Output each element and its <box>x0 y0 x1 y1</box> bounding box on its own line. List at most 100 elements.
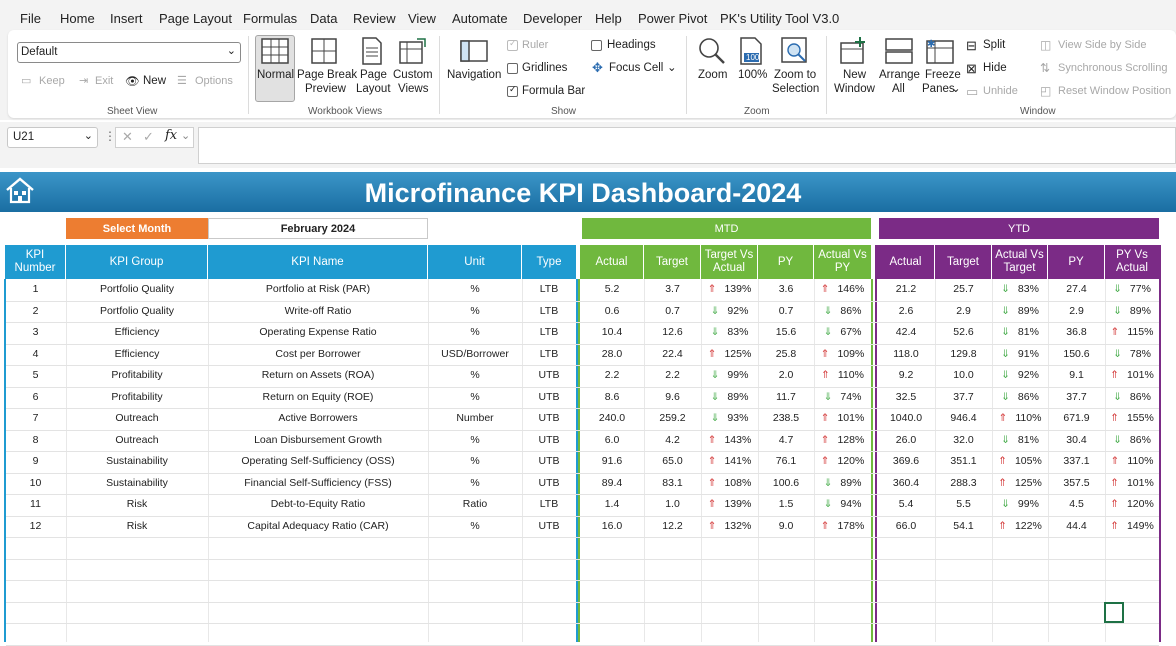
name-box[interactable]: U21 ⌄ <box>7 127 98 148</box>
cell-y-tgt[interactable]: 25.7 <box>935 279 992 300</box>
cell-y-avt[interactable]: ⇓ 81% <box>992 430 1048 451</box>
freeze-panes-button[interactable]: Freeze <box>925 69 961 81</box>
cell-group[interactable]: Sustainability <box>66 451 208 472</box>
cell-m-act[interactable]: 8.6 <box>580 387 644 408</box>
cell-m-tva[interactable]: ⇑ 143% <box>701 430 758 451</box>
cell-type[interactable]: UTB <box>522 451 576 472</box>
cell-no[interactable]: 11 <box>5 494 66 515</box>
cell-m-py[interactable]: 25.8 <box>758 344 814 365</box>
cell-type[interactable]: UTB <box>522 430 576 451</box>
cell-group[interactable]: Profitability <box>66 365 208 386</box>
cell-name[interactable]: Active Borrowers <box>208 408 428 429</box>
cell-name[interactable]: Debt-to-Equity Ratio <box>208 494 428 515</box>
cell-y-avt[interactable]: ⇑ 110% <box>992 408 1048 429</box>
cell-y-act[interactable]: 369.6 <box>877 451 935 472</box>
cell-y-py[interactable]: 9.1 <box>1048 365 1105 386</box>
focus-cell-button[interactable]: Focus Cell <box>609 62 663 74</box>
keep-button[interactable]: Keep <box>39 75 65 87</box>
hide-button[interactable]: Hide <box>983 62 1007 74</box>
cell-y-tgt[interactable]: 288.3 <box>935 473 992 494</box>
cell-m-py[interactable]: 2.0 <box>758 365 814 386</box>
cell-y-act[interactable]: 42.4 <box>877 322 935 343</box>
cell-y-act[interactable]: 26.0 <box>877 430 935 451</box>
cell-m-tgt[interactable]: 65.0 <box>644 451 701 472</box>
cell-name[interactable]: Cost per Borrower <box>208 344 428 365</box>
cell-y-py[interactable]: 337.1 <box>1048 451 1105 472</box>
cell-m-tgt[interactable]: 1.0 <box>644 494 701 515</box>
unhide-button[interactable]: Unhide <box>983 85 1018 97</box>
cell-y-tgt[interactable]: 5.5 <box>935 494 992 515</box>
ruler-checkbox[interactable]: ✓ <box>507 38 518 51</box>
cell-m-act[interactable]: 91.6 <box>580 451 644 472</box>
menu-power-pivot[interactable]: Power Pivot <box>638 11 707 26</box>
cell-m-act[interactable]: 5.2 <box>580 279 644 300</box>
cell-group[interactable]: Profitability <box>66 387 208 408</box>
cell-y-tgt[interactable]: 2.9 <box>935 301 992 322</box>
synchronous-scrolling-button[interactable]: Synchronous Scrolling <box>1058 62 1167 74</box>
cell-y-tgt[interactable]: 129.8 <box>935 344 992 365</box>
cell-m-tgt[interactable]: 4.2 <box>644 430 701 451</box>
cell-unit[interactable]: % <box>428 387 522 408</box>
cell-y-py[interactable]: 671.9 <box>1048 408 1105 429</box>
cell-y-avt[interactable]: ⇓ 99% <box>992 494 1048 515</box>
cell-y-avt[interactable]: ⇓ 92% <box>992 365 1048 386</box>
cell-y-py[interactable]: 4.5 <box>1048 494 1105 515</box>
cell-y-avt[interactable]: ⇓ 86% <box>992 387 1048 408</box>
cell-y-pva[interactable]: ⇑ 115% <box>1105 322 1159 343</box>
cell-unit[interactable]: % <box>428 365 522 386</box>
cell-unit[interactable]: % <box>428 516 522 537</box>
cell-unit[interactable]: % <box>428 430 522 451</box>
cell-m-tva[interactable]: ⇑ 108% <box>701 473 758 494</box>
menu-review[interactable]: Review <box>353 11 396 26</box>
cell-m-tgt[interactable]: 22.4 <box>644 344 701 365</box>
cell-unit[interactable]: % <box>428 301 522 322</box>
cell-group[interactable]: Efficiency <box>66 344 208 365</box>
cell-m-act[interactable]: 10.4 <box>580 322 644 343</box>
zoom-100-button[interactable]: 100% <box>738 69 767 81</box>
cell-y-py[interactable]: 44.4 <box>1048 516 1105 537</box>
cell-m-act[interactable]: 89.4 <box>580 473 644 494</box>
cell-name[interactable]: Financial Self-Sufficiency (FSS) <box>208 473 428 494</box>
cell-type[interactable]: UTB <box>522 516 576 537</box>
cell-unit[interactable]: USD/Borrower <box>428 344 522 365</box>
gridlines-checkbox[interactable] <box>507 63 518 74</box>
cell-y-act[interactable]: 1040.0 <box>877 408 935 429</box>
cell-m-py[interactable]: 4.7 <box>758 430 814 451</box>
cell-no[interactable]: 2 <box>5 301 66 322</box>
cell-y-pva[interactable]: ⇓ 78% <box>1105 344 1159 365</box>
zoom-button[interactable]: Zoom <box>698 69 727 81</box>
page-break-preview-button[interactable]: Page Break <box>297 69 357 81</box>
menu-automate[interactable]: Automate <box>452 11 508 26</box>
cell-y-pva[interactable]: ⇑ 101% <box>1105 473 1159 494</box>
navigation-button[interactable]: Navigation <box>447 69 501 81</box>
cell-no[interactable]: 8 <box>5 430 66 451</box>
cell-y-tgt[interactable]: 10.0 <box>935 365 992 386</box>
cell-unit[interactable]: % <box>428 279 522 300</box>
cell-no[interactable]: 6 <box>5 387 66 408</box>
cell-m-tgt[interactable]: 259.2 <box>644 408 701 429</box>
zoom-to-selection-button[interactable]: Zoom to <box>774 69 816 81</box>
sheet-view-combo[interactable]: Default ⌄ <box>17 42 241 63</box>
cell-m-act[interactable]: 16.0 <box>580 516 644 537</box>
cell-y-avt[interactable]: ⇓ 89% <box>992 301 1048 322</box>
cell-type[interactable]: UTB <box>522 408 576 429</box>
split-button[interactable]: Split <box>983 39 1005 51</box>
cell-m-py[interactable]: 238.5 <box>758 408 814 429</box>
cell-group[interactable]: Risk <box>66 516 208 537</box>
menu-view[interactable]: View <box>408 11 436 26</box>
cell-y-pva[interactable]: ⇑ 149% <box>1105 516 1159 537</box>
cancel-icon[interactable]: ✕ <box>122 129 133 145</box>
cell-type[interactable]: LTB <box>522 301 576 322</box>
cell-y-tgt[interactable]: 52.6 <box>935 322 992 343</box>
cell-m-tva[interactable]: ⇑ 139% <box>701 279 758 300</box>
cell-group[interactable]: Portfolio Quality <box>66 279 208 300</box>
cell-m-avp[interactable]: ⇑ 146% <box>814 279 871 300</box>
formula-bar-checkbox[interactable]: ✓ <box>507 84 518 97</box>
active-cell-cursor[interactable] <box>1104 602 1124 623</box>
cell-m-py[interactable]: 3.6 <box>758 279 814 300</box>
cell-y-py[interactable]: 150.6 <box>1048 344 1105 365</box>
cell-y-avt[interactable]: ⇑ 125% <box>992 473 1048 494</box>
cell-y-py[interactable]: 27.4 <box>1048 279 1105 300</box>
new-window-button[interactable]: New <box>843 69 866 81</box>
cell-y-act[interactable]: 66.0 <box>877 516 935 537</box>
